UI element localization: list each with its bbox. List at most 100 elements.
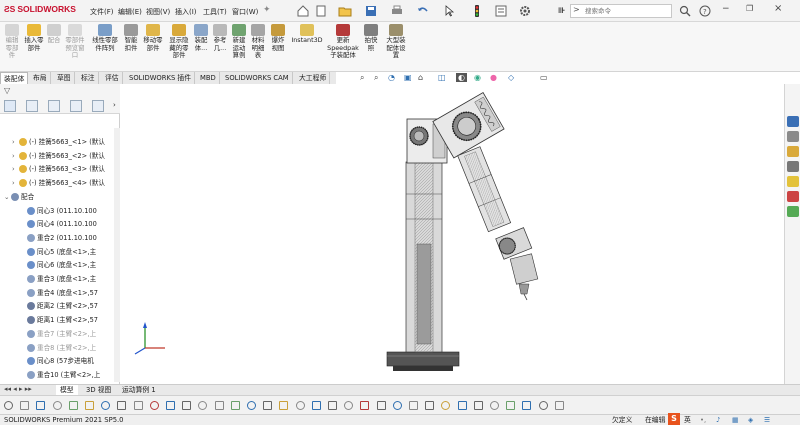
bottom-tool-icon[interactable] bbox=[344, 401, 354, 410]
insert-component-button[interactable]: 插入零 部件 bbox=[22, 24, 46, 52]
custom-properties-icon[interactable] bbox=[787, 191, 799, 202]
print-icon[interactable] bbox=[390, 4, 404, 18]
dynamic-annotation-icon[interactable]: ⌂ bbox=[418, 73, 423, 82]
bottom-tool-icon[interactable] bbox=[101, 401, 111, 410]
tree-mate[interactable]: 同心6 (底盘<1>,主 bbox=[0, 259, 120, 272]
ime-keyboard-icon[interactable]: ▦ bbox=[732, 415, 738, 426]
filter-icon[interactable]: ▽ bbox=[4, 86, 10, 95]
tree-mate[interactable]: 同心3 (011.10.100 bbox=[0, 205, 120, 218]
tree-mate[interactable]: 重合8 (主臂<2>,上 bbox=[0, 342, 120, 355]
bottom-tool-icon[interactable] bbox=[441, 401, 451, 410]
bottom-tool-icon[interactable] bbox=[279, 401, 289, 410]
linear-pattern-button[interactable]: 线性零部 件阵列 bbox=[88, 24, 122, 52]
bottom-tool-icon[interactable] bbox=[311, 401, 321, 410]
dimxpert-manager-tab[interactable] bbox=[70, 100, 82, 112]
tree-mate[interactable]: 重合7 (主臂<2>,上 bbox=[0, 328, 120, 341]
ime-skin-icon[interactable]: ◈ bbox=[748, 415, 753, 426]
bottom-tool-icon[interactable] bbox=[425, 401, 435, 410]
edit-component-button[interactable]: 编辑 零部 件 bbox=[2, 24, 22, 60]
mates-folder[interactable]: ⌄ 配合 bbox=[0, 191, 120, 204]
tab-nav-icons[interactable]: ◂◂ ◂ ▸ ▸▸ bbox=[4, 385, 32, 393]
display-style-icon[interactable]: ◐ bbox=[456, 73, 467, 82]
tree-mate[interactable]: 同心4 (011.10.100 bbox=[0, 218, 120, 231]
reference-geometry-button[interactable]: 参考 几... bbox=[210, 24, 230, 52]
tab-markup[interactable]: 标注 bbox=[78, 72, 99, 84]
feature-manager-tab[interactable] bbox=[4, 100, 16, 112]
minimize-icon[interactable]: − bbox=[722, 4, 730, 14]
panel-more-icon[interactable]: › bbox=[113, 101, 116, 109]
solidworks-resources-icon[interactable] bbox=[787, 116, 799, 127]
new-document-icon[interactable] bbox=[314, 4, 328, 18]
expand-chevron-icon[interactable]: › bbox=[12, 150, 19, 163]
tab-cam[interactable]: SOLIDWORKS CAM bbox=[222, 72, 293, 84]
bottom-tool-icon[interactable] bbox=[522, 401, 532, 410]
bottom-tool-icon[interactable] bbox=[85, 401, 94, 410]
save-icon[interactable] bbox=[364, 4, 378, 18]
menu-insert[interactable]: 插入(I) bbox=[175, 7, 197, 17]
assembly-features-button[interactable]: 装配 体... bbox=[192, 24, 210, 52]
take-snapshot-button[interactable]: 拍快 照 bbox=[362, 24, 380, 52]
move-component-button[interactable]: 移动零 部件 bbox=[141, 24, 165, 52]
configuration-manager-tab[interactable] bbox=[48, 100, 60, 112]
bottom-tool-icon[interactable] bbox=[133, 401, 143, 410]
search-input[interactable]: 搜索命令 bbox=[570, 4, 672, 18]
bottom-tool-icon[interactable] bbox=[392, 401, 402, 410]
tree-mate[interactable]: 距离1 (主臂<2>,57 bbox=[0, 314, 120, 327]
bottom-tool-icon[interactable] bbox=[554, 401, 564, 410]
bottom-tool-icon[interactable] bbox=[214, 401, 224, 410]
rebuild-icon[interactable] bbox=[470, 4, 484, 18]
bottom-tool-icon[interactable] bbox=[4, 401, 13, 410]
bottom-tool-icon[interactable] bbox=[328, 401, 337, 410]
bottom-tool-icon[interactable] bbox=[198, 401, 208, 410]
expand-chevron-icon[interactable]: › bbox=[12, 136, 19, 149]
mate-button[interactable]: 配合 bbox=[46, 24, 62, 45]
bottom-tool-icon[interactable] bbox=[149, 401, 159, 410]
options-gear-icon[interactable] bbox=[518, 4, 532, 18]
file-explorer-icon[interactable] bbox=[787, 146, 799, 157]
search-magnifier-icon[interactable] bbox=[678, 4, 692, 18]
tree-component[interactable]: › (-) 挂簧5663_<3> (默认 bbox=[0, 163, 120, 176]
smart-fasteners-button[interactable]: 智能 扣件 bbox=[121, 24, 141, 52]
open-folder-icon[interactable] bbox=[338, 4, 352, 18]
tree-mate[interactable]: 重合3 (底盘<1>,主 bbox=[0, 273, 120, 286]
ime-logo-icon[interactable]: S bbox=[668, 413, 680, 425]
menu-view[interactable]: 视图(V) bbox=[146, 7, 170, 17]
tree-scrollbar[interactable] bbox=[114, 128, 120, 382]
bottom-tool-icon[interactable] bbox=[538, 401, 548, 410]
expand-chevron-icon[interactable]: › bbox=[12, 163, 19, 176]
exploded-view-button[interactable]: 爆炸 视图 bbox=[268, 24, 288, 52]
robot-arm-model[interactable] bbox=[121, 84, 784, 384]
hide-show-items-icon[interactable]: ◉ bbox=[474, 73, 481, 82]
tab-layout[interactable]: 布局 bbox=[30, 72, 51, 84]
undo-icon[interactable] bbox=[416, 4, 430, 18]
display-manager-tab[interactable] bbox=[92, 100, 104, 112]
menu-window[interactable]: 窗口(W) bbox=[232, 7, 258, 17]
bottom-tool-icon[interactable] bbox=[166, 401, 175, 410]
tab-mbd[interactable]: MBD bbox=[197, 72, 220, 84]
view-orientation-icon[interactable]: ◫ bbox=[438, 73, 446, 82]
tree-component[interactable]: › (-) 挂簧5663_<2> (默认 bbox=[0, 150, 120, 163]
zoom-to-fit-icon[interactable]: ⌕ bbox=[360, 73, 364, 83]
tree-mate[interactable]: 距离2 (主臂<2>,57 bbox=[0, 300, 120, 313]
ime-menu-icon[interactable]: ☰ bbox=[764, 415, 770, 426]
update-speedpak-button[interactable]: 更新 Speedpak 子装配体 bbox=[326, 24, 360, 60]
ime-voice-icon[interactable]: ♪ bbox=[716, 415, 720, 426]
view-palette-icon[interactable] bbox=[787, 161, 799, 172]
tab-assembly[interactable]: 装配体 bbox=[0, 72, 29, 84]
bottom-tool-icon[interactable] bbox=[68, 401, 78, 410]
menu-file[interactable]: 文件(F) bbox=[90, 7, 114, 17]
home-icon[interactable] bbox=[296, 4, 310, 18]
zoom-to-area-icon[interactable]: ⌕ bbox=[374, 73, 378, 83]
apply-scene-icon[interactable]: ◇ bbox=[508, 73, 514, 82]
tab-sketch[interactable]: 草图 bbox=[54, 72, 75, 84]
select-arrow-icon[interactable] bbox=[442, 4, 456, 18]
file-properties-icon[interactable] bbox=[494, 4, 508, 18]
bottom-tool-icon[interactable] bbox=[52, 401, 62, 410]
bottom-tool-icon[interactable] bbox=[490, 401, 499, 410]
tree-mate[interactable]: 同心8 (57步进电机 bbox=[0, 355, 120, 368]
tab-evaluate[interactable]: 评估 bbox=[102, 72, 123, 84]
tree-component[interactable]: › (-) 挂簧5663_<4> (默认 bbox=[0, 177, 120, 190]
tree-mate[interactable]: 重合10 (主臂<2>,上 bbox=[0, 369, 120, 382]
bottom-tool-icon[interactable] bbox=[263, 401, 273, 410]
menu-edit[interactable]: 编辑(E) bbox=[118, 7, 142, 17]
